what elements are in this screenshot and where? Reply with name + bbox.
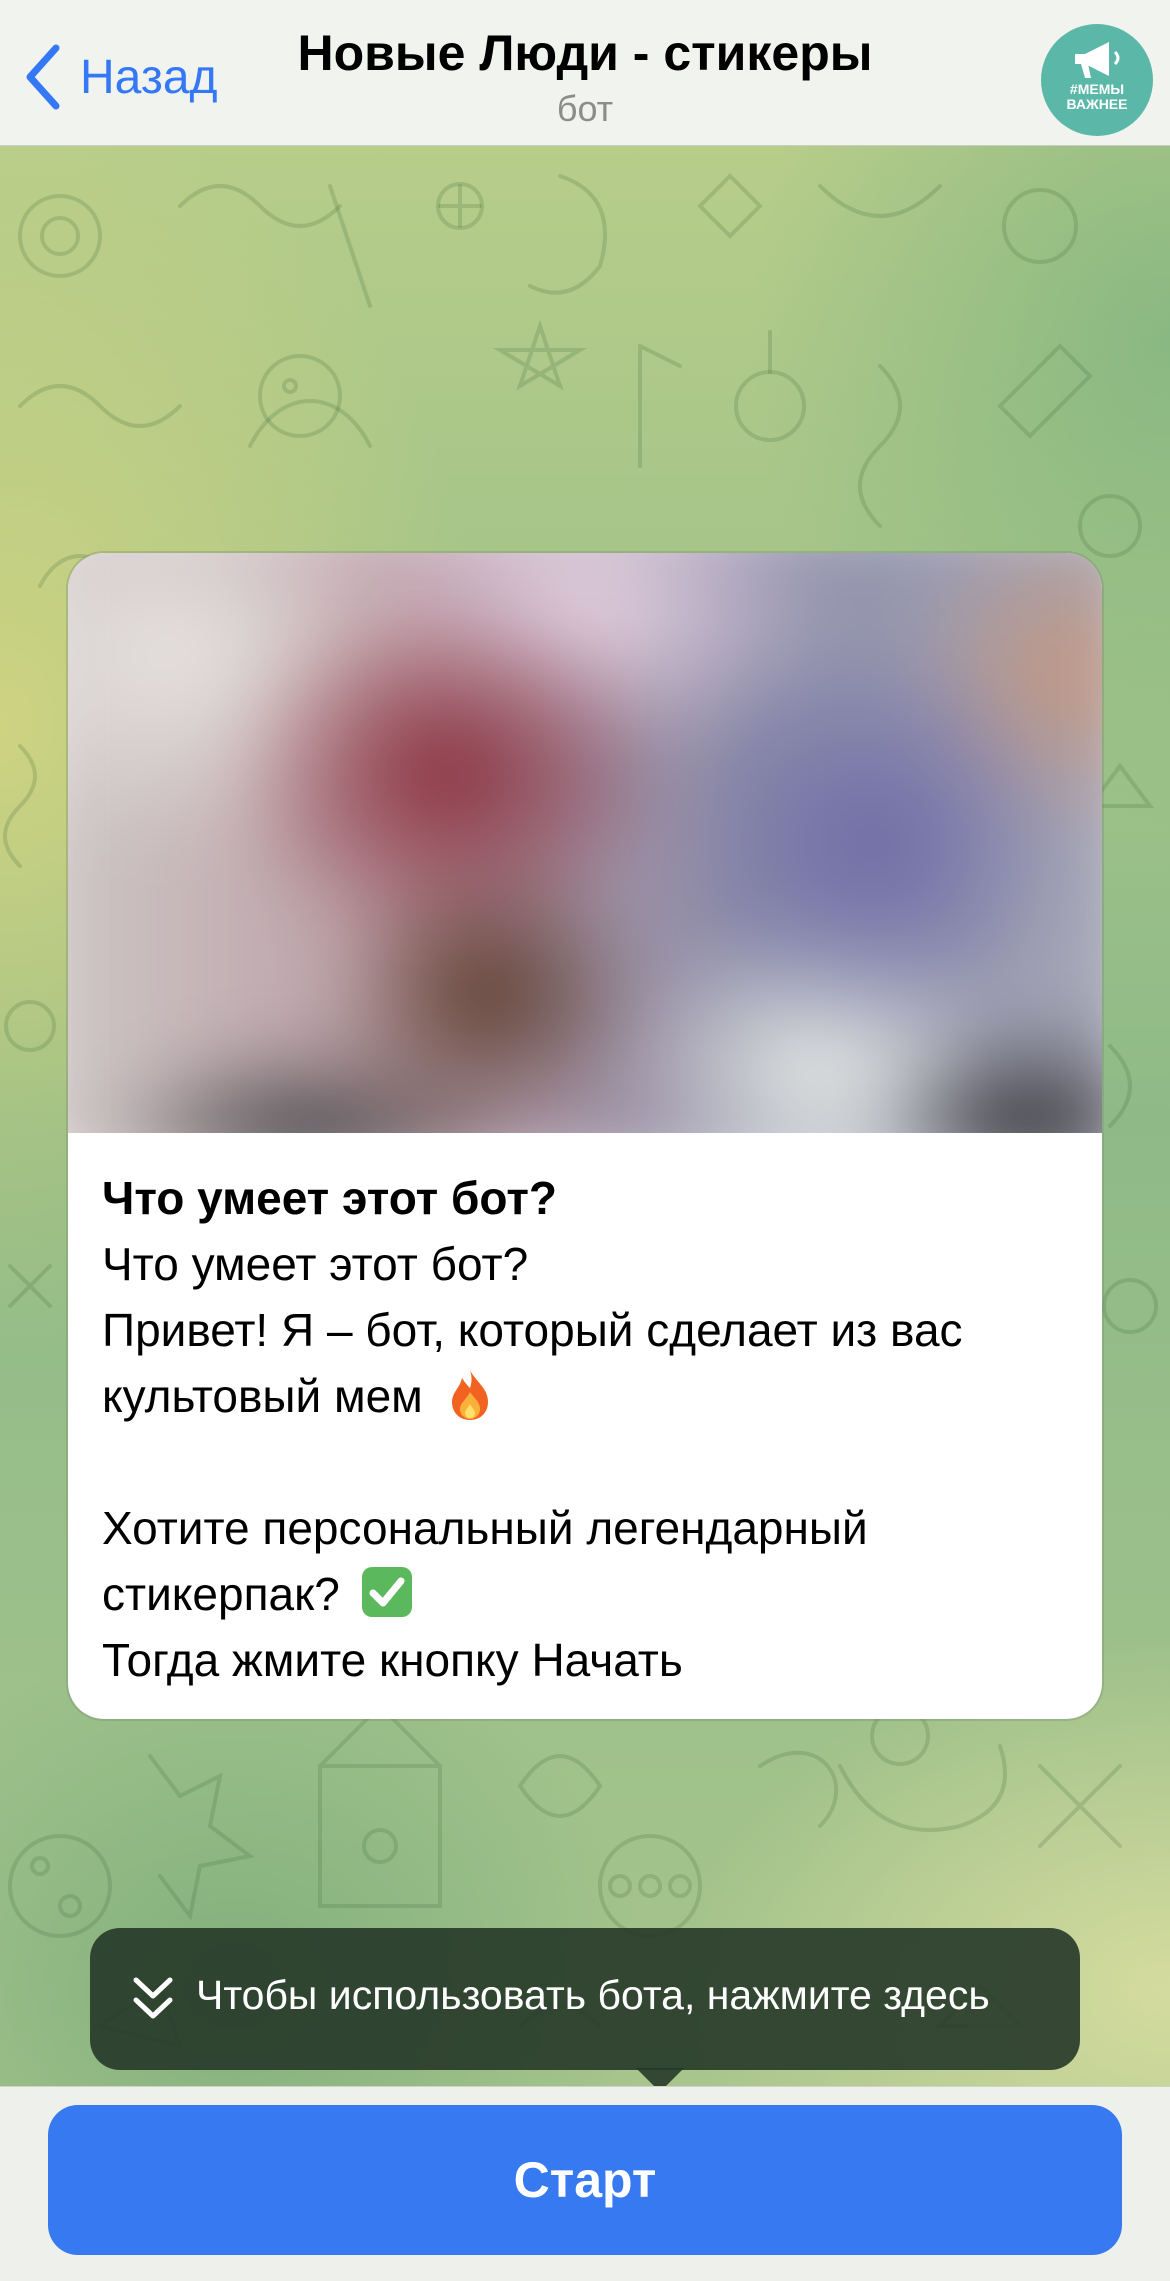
check-mark-emoji-icon	[361, 1567, 412, 1617]
description-line-text: культовый мем	[102, 1370, 423, 1422]
description-line: стикерпак?	[102, 1561, 1072, 1627]
start-hint-tooltip[interactable]: Чтобы использовать бота, нажмите здесь	[90, 1928, 1080, 2092]
description-line: Хотите персональный легендарный	[102, 1502, 868, 1554]
bottom-bar: Старт	[0, 2086, 1170, 2281]
chat-title[interactable]: Новые Люди - стикеры	[240, 24, 930, 82]
tooltip-text: Чтобы использовать бота, нажмите здесь	[196, 1972, 990, 2018]
double-chevron-down-icon	[133, 1977, 173, 2019]
blurred-photo[interactable]	[68, 553, 1102, 1133]
bot-avatar[interactable]: #МЕМЫ ВАЖНЕЕ	[1041, 24, 1153, 136]
description-line: Привет! Я – бот, который сделает из вас	[102, 1304, 963, 1356]
back-button[interactable]: Назад	[22, 42, 218, 112]
description-line: Что умеет этот бот?	[102, 1238, 529, 1290]
bot-description: Что умеет этот бот? Что умеет этот бот? …	[102, 1165, 1072, 1693]
chat-subtitle: бот	[556, 88, 614, 129]
description-line: культовый мем	[102, 1363, 1072, 1429]
avatar-text-line1: #МЕМЫ	[1069, 81, 1125, 97]
megaphone-icon	[1075, 42, 1120, 78]
description-line-text: стикерпак?	[102, 1568, 340, 1620]
fire-emoji-icon	[451, 1370, 488, 1420]
description-line: Тогда жмите кнопку Начать	[102, 1634, 683, 1686]
back-label: Назад	[80, 50, 218, 104]
avatar-text: #МЕМЫ ВАЖНЕЕ	[1041, 82, 1153, 112]
start-button[interactable]: Старт	[48, 2105, 1122, 2255]
chat-header: Назад Новые Люди - стикеры бот #МЕМЫ ВАЖ…	[0, 0, 1170, 146]
bot-intro-card: Что умеет этот бот? Что умеет этот бот? …	[68, 553, 1102, 1719]
avatar-text-line2: ВАЖНЕЕ	[1066, 96, 1128, 112]
chevron-left-icon	[26, 44, 60, 110]
description-heading: Что умеет этот бот?	[102, 1172, 557, 1224]
